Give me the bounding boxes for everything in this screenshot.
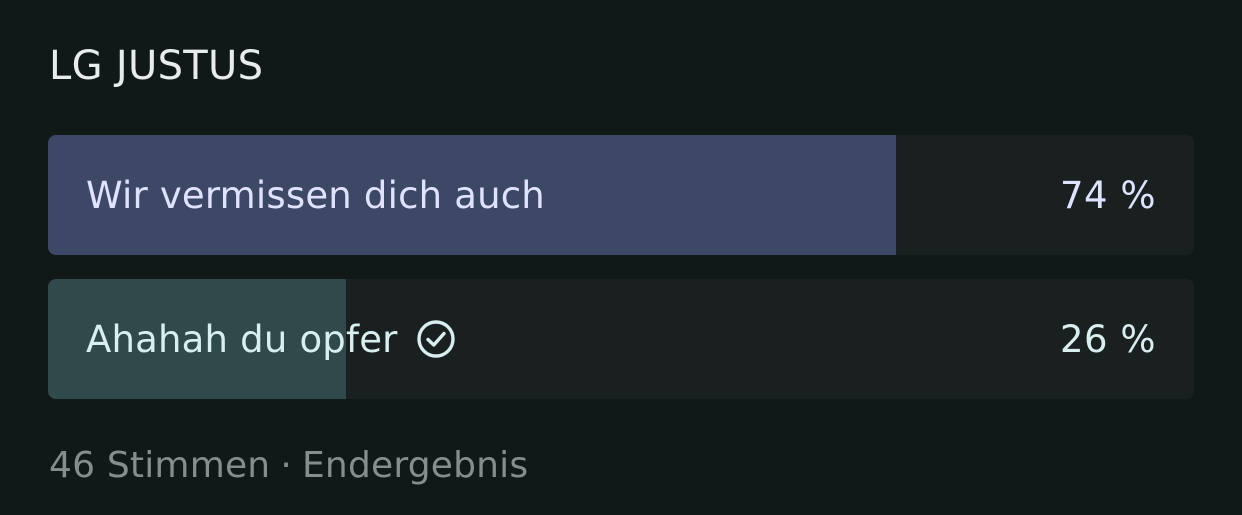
poll-option-1-label: Wir vermissen dich auch: [86, 173, 545, 217]
check-circle-icon: [416, 319, 456, 359]
poll-option-2-percent: 26 %: [1060, 317, 1156, 361]
vote-count: 46 Stimmen: [49, 445, 271, 486]
poll-question: LG JUSTUS: [49, 43, 264, 89]
poll-option-1-percent: 74 %: [1060, 173, 1156, 217]
poll-status: Endergebnis: [301, 445, 529, 486]
footer-separator: ·: [280, 445, 292, 486]
poll-option-1[interactable]: Wir vermissen dich auch 74 %: [48, 135, 1194, 255]
poll-footer: 46 Stimmen · Endergebnis: [49, 438, 528, 494]
poll-option-2-label: Ahahah du opfer: [86, 317, 398, 361]
poll-option-2[interactable]: Ahahah du opfer 26 %: [48, 279, 1194, 399]
poll: LG JUSTUS Wir vermissen dich auch 74 % A…: [48, 0, 1194, 515]
